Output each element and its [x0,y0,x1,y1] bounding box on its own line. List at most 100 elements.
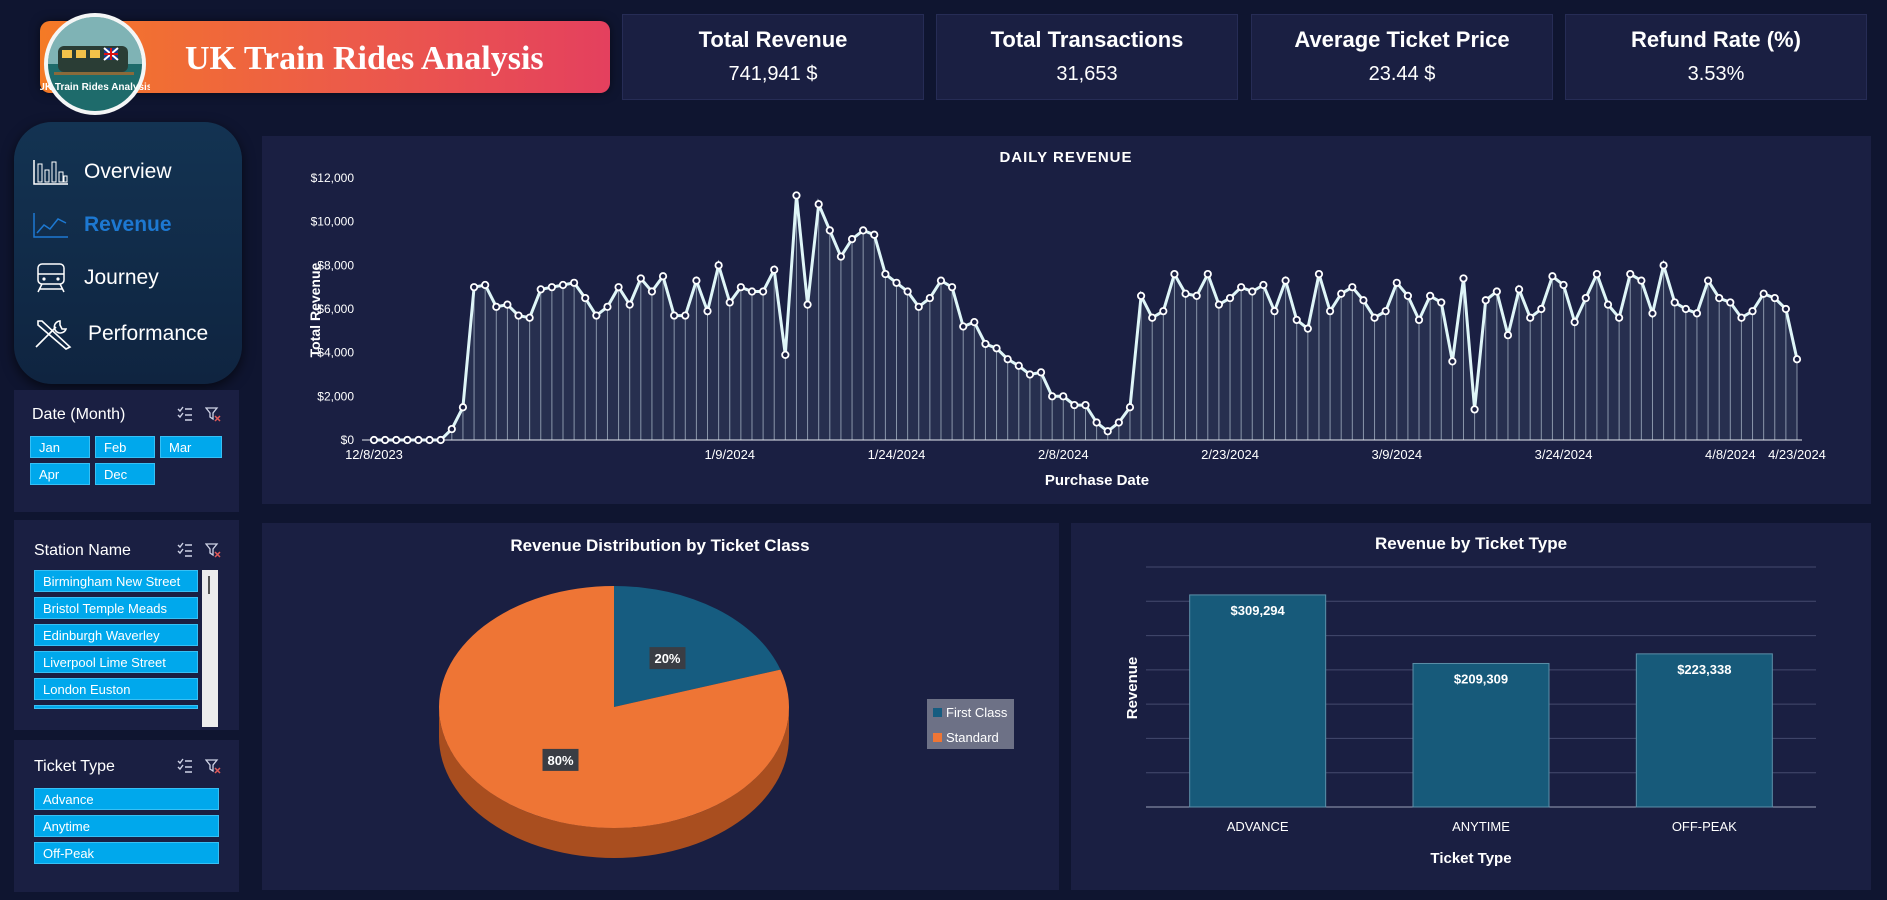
data-point [859,226,868,235]
kpi-total-revenue: Total Revenue 741,941 $ [622,14,924,100]
data-point [392,435,401,445]
data-point [792,191,801,200]
legend-label: First Class [946,705,1008,720]
data-point [558,280,568,290]
data-point [1292,315,1301,325]
data-point [1148,313,1157,322]
daily-revenue-panel: DAILY REVENUE Total Revenue Purchase Dat… [262,136,1871,504]
legend-swatch [933,733,942,742]
scrollbar-thumb[interactable] [208,576,210,594]
bar-data-label: $209,309 [1454,671,1508,686]
nav-item-journey[interactable]: Journey [32,258,232,298]
nav-label: Revenue [84,213,172,236]
multi-select-icon[interactable] [177,542,193,558]
slicer-chip-station[interactable]: Edinburgh Waverley [34,624,198,646]
slicer-chip-station[interactable]: Liverpool Lime Street [34,651,198,673]
y-tick-label: $2,000 [317,389,354,403]
data-point [914,302,923,311]
data-point [1426,291,1435,300]
chart-title: Revenue by Ticket Type [1375,534,1567,553]
data-point [1225,293,1235,303]
data-point [670,311,679,320]
data-point [1781,304,1790,314]
slicer-chip-month[interactable]: Apr [30,463,90,485]
daily-revenue-chart: DAILY REVENUE Total Revenue Purchase Dat… [307,149,1826,489]
slicer-station-name: Station Name Birmingham New Street Brist… [14,520,239,730]
x-tick-label: 2/8/2024 [1038,447,1089,462]
slicer-chip-station[interactable]: Birmingham New Street [34,570,198,592]
data-point [881,269,890,279]
slicer-chip-station[interactable]: London Euston [34,678,198,700]
kpi-value: 3.53% [1687,63,1745,85]
data-point [1403,291,1412,300]
kpi-value: 741,941 $ [728,63,818,85]
slicer-chip-ticket-type[interactable]: Off-Peak [34,842,219,864]
data-point [1437,298,1446,307]
data-point [892,278,901,287]
slicer-chip-station[interactable]: Bristol Temple Meads [34,597,198,619]
data-point [369,435,379,445]
clear-filter-icon[interactable] [205,542,221,558]
slicer-chip-month[interactable]: Dec [95,463,155,485]
data-point [1648,309,1657,318]
data-point [1214,300,1224,309]
pie-data-label: 80% [542,748,579,771]
nav-item-overview[interactable]: Overview [32,152,232,192]
bar-data-label: $223,338 [1677,662,1731,677]
data-point [1615,313,1624,322]
data-point [458,403,468,412]
data-point [959,322,968,331]
data-point [1759,289,1768,298]
data-point [1059,392,1068,401]
x-tick-label: 3/24/2024 [1535,447,1593,462]
data-point [759,287,768,296]
data-point [903,287,912,296]
data-point [1526,313,1535,322]
data-point [469,283,479,292]
data-point [1514,285,1524,294]
clear-filter-icon[interactable] [205,758,221,774]
page-title: UK Train Rides Analysis [185,40,544,77]
multi-select-icon[interactable] [177,406,193,422]
data-point [514,311,523,320]
data-point [870,230,879,239]
chart-title: Revenue Distribution by Ticket Class [510,536,809,555]
train-icon [37,263,65,293]
data-point [381,435,390,445]
nav-item-performance[interactable]: Performance [32,314,232,354]
data-point [770,265,779,274]
x-tick-label: OFF-PEAK [1672,819,1737,834]
chart-title: DAILY REVENUE [999,149,1132,166]
data-point [1003,355,1012,364]
line-chart-icon [33,213,68,238]
data-point [1270,307,1279,316]
x-tick-label: 12/8/2023 [345,447,403,462]
data-point [692,276,701,285]
data-point [747,287,757,296]
slicer-chip-month[interactable]: Jan [30,436,90,458]
kpi-label: Refund Rate (%) [1631,27,1801,52]
slicer-chip-ticket-type[interactable]: Anytime [34,815,219,837]
kpi-label: Total Transactions [990,27,1184,52]
data-point [503,300,512,309]
data-point [736,283,745,292]
revenue-by-ticket-type-chart: Revenue by Ticket Type Revenue Ticket Ty… [1124,534,1816,867]
data-point [481,280,490,290]
kpi-label: Average Ticket Price [1294,27,1510,52]
slicer-chip-ticket-type[interactable]: Advance [34,788,219,810]
data-point [1281,276,1290,285]
data-point [703,307,712,316]
y-axis-label: Revenue [1124,657,1141,720]
logo-text: UK Train Rides Analysis [40,82,150,93]
scrollbar[interactable] [202,570,218,727]
data-point [1448,357,1457,366]
data-point [1503,331,1513,340]
clear-filter-icon[interactable] [205,406,221,422]
data-point [1314,269,1324,279]
multi-select-icon[interactable] [177,758,193,774]
data-point [614,283,623,292]
slicer-chip-month[interactable]: Feb [95,436,155,458]
legend: First Class Standard [927,699,1014,749]
slicer-chip-month[interactable]: Mar [160,436,222,458]
nav-item-revenue[interactable]: Revenue [32,205,232,245]
